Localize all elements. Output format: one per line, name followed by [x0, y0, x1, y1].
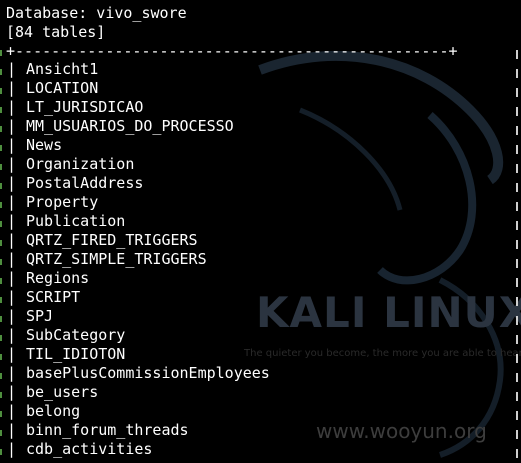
table-row: | Property	[0, 193, 521, 212]
table-row: | QRTZ_FIRED_TRIGGERS	[0, 231, 521, 250]
table-row: | SPJ	[0, 307, 521, 326]
table-row: | QRTZ_SIMPLE_TRIGGERS	[0, 250, 521, 269]
row-left-border: |	[7, 269, 17, 287]
terminal-window[interactable]: KALI LINUX The quieter you become, the m…	[0, 0, 521, 459]
table-top-border: +---------------------------------------…	[6, 42, 458, 60]
row-left-border: |	[7, 307, 17, 325]
table-row: | TIL_IDIOTON	[0, 345, 521, 364]
table-row: | PostalAddress	[0, 174, 521, 193]
table-name: SCRIPT	[26, 288, 81, 306]
row-left-border: |	[7, 60, 17, 78]
table-name: QRTZ_FIRED_TRIGGERS	[26, 231, 198, 249]
row-left-border: |	[7, 364, 17, 382]
row-left-border: |	[7, 193, 17, 211]
row-left-border: |	[7, 174, 17, 192]
table-name: LOCATION	[26, 79, 99, 97]
row-left-border: |	[7, 155, 17, 173]
table-row: | Organization	[0, 155, 521, 174]
table-row: | belong	[0, 402, 521, 421]
table-row: | binn_forum_threads	[0, 421, 521, 440]
table-name: Organization	[26, 155, 135, 173]
table-name: QRTZ_SIMPLE_TRIGGERS	[26, 250, 207, 268]
table-row: | LT_JURISDICAO	[0, 98, 521, 117]
table-row: | SubCategory	[0, 326, 521, 345]
table-row: | LOCATION	[0, 79, 521, 98]
table-name: basePlusCommissionEmployees	[26, 364, 270, 382]
table-row: | cdb_activities	[0, 440, 521, 459]
table-name: Property	[26, 193, 99, 211]
table-row: | be_users	[0, 383, 521, 402]
row-left-border: |	[7, 345, 17, 363]
table-row: | basePlusCommissionEmployees	[0, 364, 521, 383]
row-left-border: |	[7, 440, 17, 458]
row-left-border: |	[7, 326, 17, 344]
table-count-line: [84 tables]	[6, 23, 106, 41]
row-left-border: |	[7, 231, 17, 249]
table-name: SPJ	[26, 307, 54, 325]
table-name: LT_JURISDICAO	[26, 98, 144, 116]
row-left-border: |	[7, 383, 17, 401]
table-name: cdb_activities	[26, 440, 153, 458]
table-row: | Ansicht1	[0, 60, 521, 79]
database-name-line: Database: vivo_swore	[6, 4, 187, 22]
table-name: News	[26, 136, 63, 154]
row-left-border: |	[7, 79, 17, 97]
table-name: MM_USUARIOS_DO_PROCESSO	[26, 117, 234, 135]
table-row: | Regions	[0, 269, 521, 288]
table-row: | MM_USUARIOS_DO_PROCESSO	[0, 117, 521, 136]
table-name: Ansicht1	[26, 60, 99, 78]
row-left-border: |	[7, 421, 17, 439]
table-row: | SCRIPT	[0, 288, 521, 307]
table-name: SubCategory	[26, 326, 126, 344]
table-row: | Publication	[0, 212, 521, 231]
table-name: be_users	[26, 383, 99, 401]
table-name: PostalAddress	[26, 174, 144, 192]
table-name: TIL_IDIOTON	[26, 345, 126, 363]
table-name: Publication	[26, 212, 126, 230]
row-left-border: |	[7, 288, 17, 306]
table-name: belong	[26, 402, 81, 420]
row-left-border: |	[7, 98, 17, 116]
table-row: | News	[0, 136, 521, 155]
table-list: | Ansicht1 | LOCATION | LT_JURISDICAO | MM_USUA…	[0, 60, 521, 459]
row-left-border: |	[7, 212, 17, 230]
row-left-border: |	[7, 402, 17, 420]
row-left-border: |	[7, 250, 17, 268]
row-left-border: |	[7, 117, 17, 135]
table-name: binn_forum_threads	[26, 421, 189, 439]
table-name: Regions	[26, 269, 90, 287]
row-left-border: |	[7, 136, 17, 154]
